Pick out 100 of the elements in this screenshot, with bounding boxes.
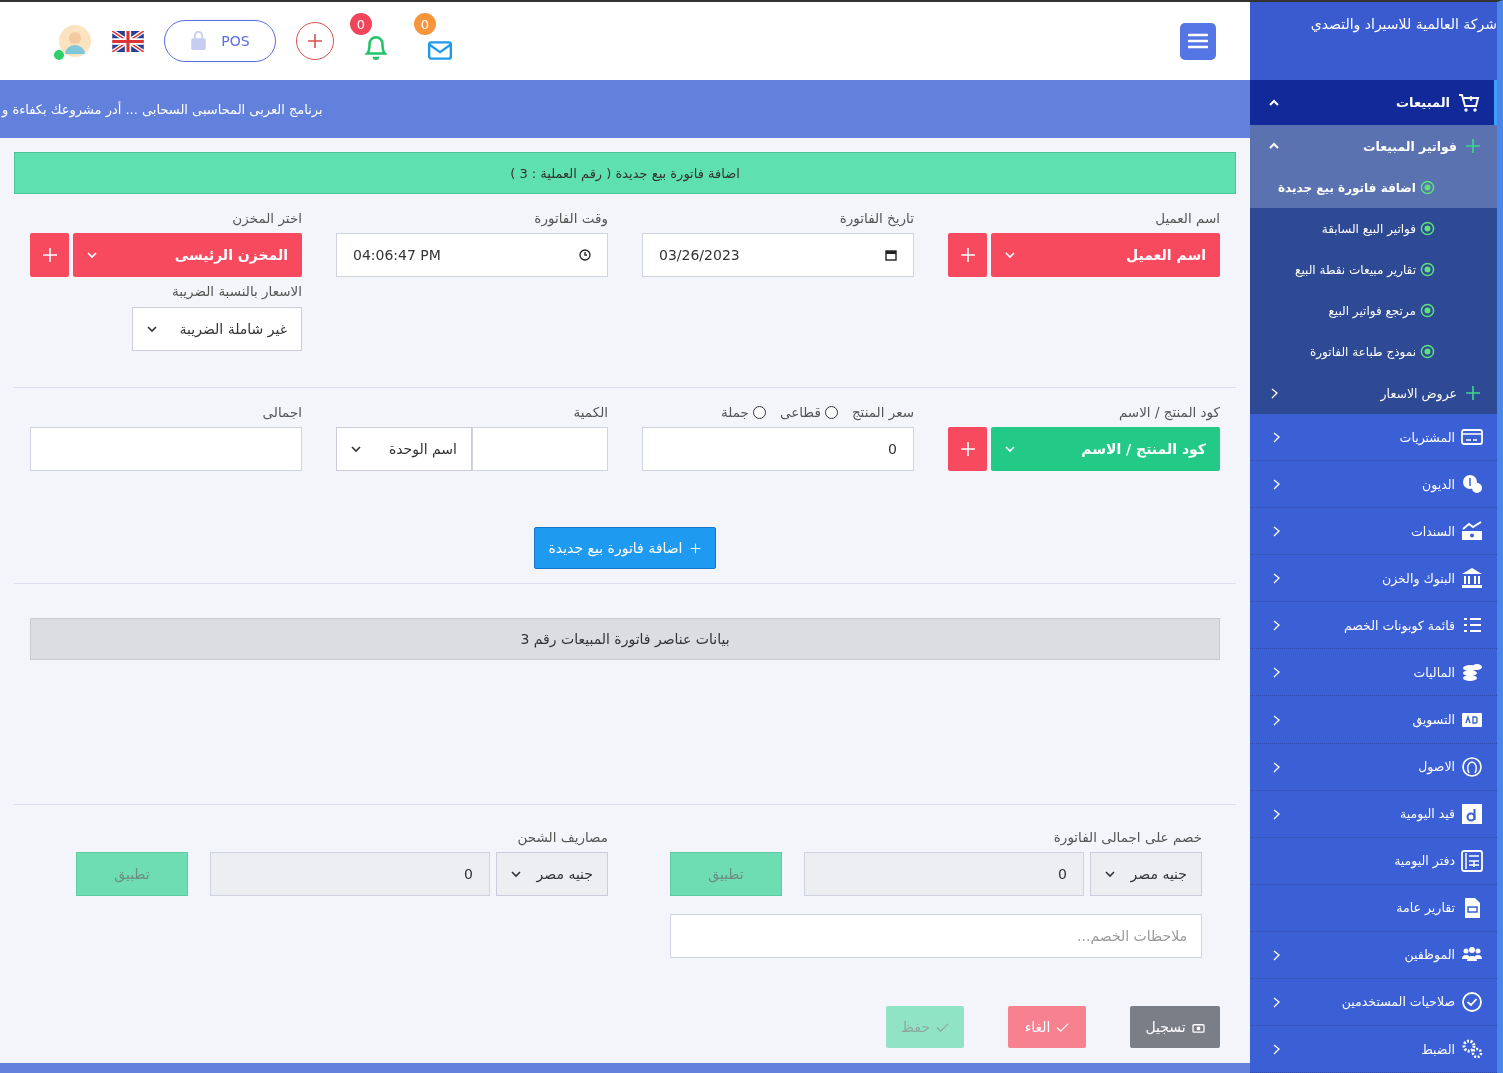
field-label: تاريخ الفاتورة: [838, 210, 914, 226]
field-label: اجمالى: [261, 404, 302, 420]
field-label: اسم العميل: [1154, 210, 1220, 226]
menu-icon: [1188, 33, 1208, 49]
notification-count: 0: [350, 13, 372, 35]
customer-select[interactable]: اسم العميل: [991, 233, 1220, 277]
nav-item[interactable]: التسويق: [1250, 696, 1497, 744]
add-customer-button[interactable]: [948, 233, 987, 277]
field-label: سعر المنتج: [851, 404, 914, 420]
nav-item[interactable]: الماليات: [1250, 649, 1497, 697]
radio-dot-icon: [1420, 344, 1435, 359]
store-select[interactable]: المخزن الرئيسى: [73, 233, 302, 277]
plus-icon: [690, 542, 702, 554]
nav-link[interactable]: نموذج طباعة الفاتورة: [1250, 331, 1497, 372]
camera-icon: [1191, 1021, 1205, 1033]
caret-icon: [87, 250, 97, 260]
add-product-button[interactable]: [948, 427, 987, 471]
nav-item[interactable]: صلاحيات المستخدمين: [1250, 978, 1497, 1026]
unit-select[interactable]: اسم الوحدة: [336, 427, 472, 471]
nav-subgroup[interactable]: عروض الاسعار: [1250, 372, 1497, 414]
nav-item[interactable]: الضبط: [1250, 1026, 1497, 1073]
add-button[interactable]: [296, 22, 334, 60]
field-label: الاسعار بالنسبة الضريبة: [171, 283, 302, 299]
add-invoice-button[interactable]: اضافة فاتورة بيع جديدة: [533, 527, 717, 569]
plus-icon: [1465, 385, 1481, 401]
field-label: اختر المخزن: [231, 210, 302, 226]
nav-item[interactable]: الاصول: [1250, 743, 1497, 791]
currency-select[interactable]: جنيه مصر: [1090, 852, 1202, 896]
nav-item[interactable]: السندات: [1250, 508, 1497, 556]
bell-icon[interactable]: [363, 33, 389, 61]
register-button[interactable]: تسجيل: [1130, 1006, 1220, 1048]
banknote-chart-icon: [1461, 520, 1483, 543]
caret-icon: [147, 324, 157, 334]
pos-button[interactable]: POS: [164, 20, 276, 62]
caret-icon: [1105, 869, 1115, 879]
field-label: كود المنتج / الاسم: [1117, 404, 1220, 420]
circle-icon: [1461, 755, 1483, 778]
shopping-bag-icon: [190, 31, 208, 51]
nav-item[interactable]: الموظفين: [1250, 931, 1497, 979]
marquee-text: برنامج العربى المحاسبى السحابى ... أدر مشروعك بكفاءة و: [2, 101, 323, 117]
plus-icon: [959, 247, 976, 263]
letter-icon: [1461, 802, 1483, 825]
date-field[interactable]: 03/26/2023: [642, 233, 914, 277]
quantity-field[interactable]: [472, 427, 608, 471]
coins-icon: [1461, 661, 1483, 684]
check-icon: [936, 1021, 949, 1033]
nav-link[interactable]: فواتير البيع السابقة: [1250, 208, 1497, 249]
field-label: الكمية: [572, 404, 608, 420]
online-status-dot: [54, 50, 64, 60]
company-name: شركة العالمية للاسيراد والتصدي: [1310, 16, 1497, 32]
nav-item[interactable]: قيد اليومية: [1250, 790, 1497, 838]
caret-icon: [1005, 444, 1015, 454]
avatar[interactable]: [58, 24, 92, 58]
nav-item[interactable]: المشتريات: [1250, 414, 1497, 462]
caret-icon: [1005, 250, 1015, 260]
total-field[interactable]: [30, 427, 302, 471]
add-store-button[interactable]: [30, 233, 69, 277]
nav-subgroup[interactable]: فواتير المبيعات: [1250, 125, 1497, 167]
items-panel-title: بيانات عناصر فاتورة المبيعات رقم 3: [30, 618, 1220, 660]
clock-icon: [579, 249, 591, 261]
nav-link[interactable]: اضافة فاتورة بيع جديدة: [1250, 167, 1497, 208]
field-label: مصاريف الشحن: [516, 829, 608, 845]
field-label: خصم على اجمالى الفاتورة: [1052, 829, 1202, 845]
uk-flag-icon[interactable]: [112, 30, 144, 52]
caret-icon: [351, 444, 361, 454]
nav-link[interactable]: مرتجع فواتير البيع: [1250, 290, 1497, 331]
message-count: 0: [414, 13, 436, 35]
shipping-field[interactable]: 0: [210, 852, 490, 896]
nav-item[interactable]: دفتر اليومية: [1250, 837, 1497, 885]
mail-icon[interactable]: [427, 39, 453, 61]
cart-icon: [1458, 91, 1480, 114]
price-type-radio[interactable]: قطاعى: [779, 404, 838, 420]
caret-icon: [511, 869, 521, 879]
time-field[interactable]: 04:06:47 PM: [336, 233, 608, 277]
nav-item[interactable]: الديون: [1250, 461, 1497, 509]
currency-select[interactable]: جنيه مصر: [496, 852, 608, 896]
nav-item[interactable]: البنوك والخزن: [1250, 555, 1497, 603]
plus-icon: [959, 441, 976, 457]
plus-icon: [307, 33, 323, 49]
radio-dot-icon: [1420, 180, 1435, 195]
nav-link[interactable]: تقارير مبيعات نقطة البيع: [1250, 249, 1497, 290]
price-field[interactable]: 0: [642, 427, 914, 471]
check-icon: [1056, 1021, 1070, 1033]
tax-select[interactable]: غير شاملة الضريبة: [132, 307, 302, 351]
nav-item[interactable]: تقارير عامة: [1250, 884, 1497, 932]
menu-button[interactable]: [1180, 22, 1216, 60]
field-label: وقت الفاتورة: [533, 210, 608, 226]
radio-dot-icon: [1420, 221, 1435, 236]
price-type-radio[interactable]: جملة: [721, 404, 766, 420]
nav-item[interactable]: المبيعات: [1250, 80, 1497, 125]
radio-dot-icon: [1420, 262, 1435, 277]
discount-notes-field[interactable]: ملاحظات الخصم...: [670, 914, 1202, 958]
discount-field[interactable]: 0: [804, 852, 1084, 896]
nav-item[interactable]: قائمة كوبونات الخصم: [1250, 602, 1497, 650]
radio-dot-icon: [1420, 303, 1435, 318]
bank-icon: [1461, 567, 1483, 590]
form-title: اضافة فاتورة بيع جديدة ( رقم العملية : 3 ): [14, 152, 1236, 194]
check-circle-icon: [1461, 990, 1483, 1013]
calculator-icon: [1461, 849, 1483, 872]
plus-icon: [1465, 138, 1481, 154]
